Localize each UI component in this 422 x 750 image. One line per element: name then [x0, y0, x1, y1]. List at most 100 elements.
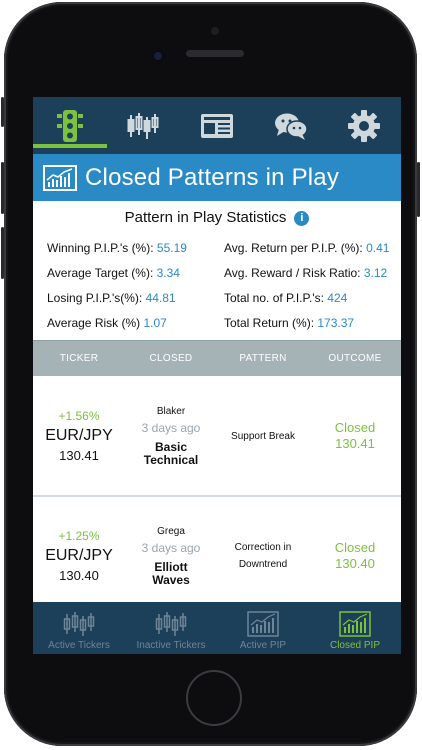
bottom-tab-bar: Active Tickers Inactive Tickers Active P… [33, 602, 401, 654]
stat-avg-target: Average Target (%): 3.34 [47, 266, 180, 280]
closed-cell: Blaker 3 days ago Basic Technical [125, 406, 217, 467]
top-nav-candlestick[interactable] [107, 97, 181, 154]
currency-pair: EUR/JPY [45, 427, 113, 444]
chat-bubbles-icon [274, 113, 308, 140]
mute-switch [1, 97, 4, 127]
tab-label: Active PIP [239, 640, 287, 651]
gear-icon [348, 109, 381, 142]
proximity-sensor [211, 27, 219, 35]
candlestick-chart-icon [63, 612, 95, 636]
outcome-cell: Closed 130.40 [309, 540, 401, 572]
power-button [417, 162, 420, 217]
top-nav-chat[interactable] [254, 97, 328, 154]
change-percent: +1.56% [58, 409, 100, 423]
stat-value: 44.81 [145, 291, 176, 305]
stat-avg-return: Avg. Return per P.I.P. (%): 0.41 [224, 241, 389, 255]
col-header-pattern[interactable]: PATTERN [217, 353, 309, 364]
info-icon[interactable]: i [294, 211, 310, 226]
closed-time: 3 days ago [141, 540, 201, 555]
pattern-line-1: Correction in [234, 542, 292, 553]
outcome-price: 130.41 [335, 436, 375, 451]
earpiece-speaker [186, 50, 244, 57]
top-nav [33, 97, 401, 154]
stat-avg-reward-risk: Avg. Reward / Risk Ratio: 3.12 [224, 266, 387, 280]
bar-chart-icon [339, 611, 371, 637]
tab-closed-pip[interactable]: Closed PIP [309, 602, 401, 654]
volume-up-button [1, 162, 4, 214]
tab-active-pip[interactable]: Active PIP [217, 602, 309, 654]
stat-label: Winning P.I.P.'s (%): [47, 241, 154, 255]
stat-total-return: Total Return (%): 173.37 [224, 316, 354, 330]
stat-value: 3.34 [156, 266, 180, 280]
page-title: Closed Patterns in Play [85, 163, 340, 191]
stat-label: Average Target (%): [47, 266, 154, 280]
ticker-cell: +1.56% EUR/JPY 130.41 [33, 409, 125, 463]
traffic-light-icon [56, 109, 83, 142]
candlestick-icon [127, 112, 159, 139]
volume-down-button [1, 227, 4, 279]
outcome-cell: Closed 130.41 [309, 420, 401, 452]
phone-frame: Closed Patterns in Play Pattern in Play … [1, 2, 420, 746]
closed-time: 3 days ago [141, 420, 201, 435]
method-name: Basic Technical [125, 439, 217, 467]
author-name: Blaker [156, 405, 186, 417]
method-line-2: Waves [152, 572, 190, 587]
method-line-1: Basic [154, 439, 188, 454]
stat-value: 55.19 [156, 241, 187, 255]
stat-value: 3.12 [363, 266, 388, 280]
tab-label: Closed PIP [329, 640, 381, 651]
pattern-cell: Correction in Downtrend [217, 539, 309, 573]
author-name: Grega [157, 525, 185, 537]
col-header-ticker[interactable]: TICKER [33, 353, 125, 364]
tab-label: Inactive Tickers [136, 640, 206, 651]
bar-chart-icon [247, 611, 279, 637]
stat-value: 1.07 [143, 316, 167, 330]
closed-cell: Grega 3 days ago Elliott Waves [125, 526, 217, 587]
stat-label: Average Risk (%) [47, 316, 141, 330]
tab-active-tickers[interactable]: Active Tickers [33, 602, 125, 654]
stat-label: Avg. Reward / Risk Ratio: [224, 266, 361, 280]
method-line-1: Elliott [154, 559, 188, 574]
pattern-cell: Support Break [217, 428, 309, 445]
stat-value: 424 [327, 291, 348, 305]
outcome-status: Closed [334, 540, 376, 555]
col-header-closed[interactable]: CLOSED [125, 353, 217, 364]
ticker-cell: +1.25% EUR/JPY 130.40 [33, 529, 125, 583]
stat-value: 173.37 [317, 316, 355, 330]
front-camera [152, 50, 164, 62]
stat-value: 0.41 [366, 241, 390, 255]
candlestick-chart-icon [155, 612, 187, 636]
stat-label: Losing P.I.P.'s(%): [47, 291, 143, 305]
stats-title-text: Pattern in Play Statistics [124, 209, 287, 226]
stat-label: Total Return (%): [224, 316, 315, 330]
stat-losing: Losing P.I.P.'s(%): 44.81 [47, 291, 176, 305]
currency-pair: EUR/JPY [45, 547, 113, 564]
stat-label: Avg. Return per P.I.P. (%): [224, 241, 363, 255]
top-nav-news[interactable] [180, 97, 254, 154]
col-header-outcome[interactable]: OUTCOME [309, 353, 401, 364]
pattern-line-1: Support Break [231, 430, 295, 442]
stats-heading: Pattern in Play Statistics i [33, 209, 401, 226]
chart-icon [43, 164, 77, 191]
method-line-2: Technical [143, 452, 199, 467]
ticker-price: 130.40 [59, 568, 99, 583]
pattern-line-2: Downtrend [238, 559, 288, 570]
stat-winning: Winning P.I.P.'s (%): 55.19 [47, 241, 187, 255]
stat-avg-risk: Average Risk (%) 1.07 [47, 316, 167, 330]
app-screen: Closed Patterns in Play Pattern in Play … [33, 97, 401, 654]
top-nav-settings[interactable] [327, 97, 401, 154]
ticker-price: 130.41 [59, 448, 99, 463]
outcome-price: 130.40 [335, 556, 375, 571]
stat-total-pips: Total no. of P.I.P.'s: 424 [224, 291, 347, 305]
table-header: TICKER CLOSED PATTERN OUTCOME [33, 340, 401, 376]
top-nav-traffic-light[interactable] [33, 97, 107, 154]
title-bar: Closed Patterns in Play [33, 154, 401, 201]
tab-label: Active Tickers [48, 640, 110, 651]
outcome-status: Closed [334, 420, 376, 435]
table-row[interactable]: +1.25% EUR/JPY 130.40 Grega 3 days ago E… [33, 497, 401, 615]
table-row[interactable]: +1.56% EUR/JPY 130.41 Blaker 3 days ago … [33, 377, 401, 495]
home-button[interactable] [186, 670, 242, 726]
tab-inactive-tickers[interactable]: Inactive Tickers [125, 602, 217, 654]
change-percent: +1.25% [58, 529, 100, 543]
stat-label: Total no. of P.I.P.'s: [224, 291, 324, 305]
